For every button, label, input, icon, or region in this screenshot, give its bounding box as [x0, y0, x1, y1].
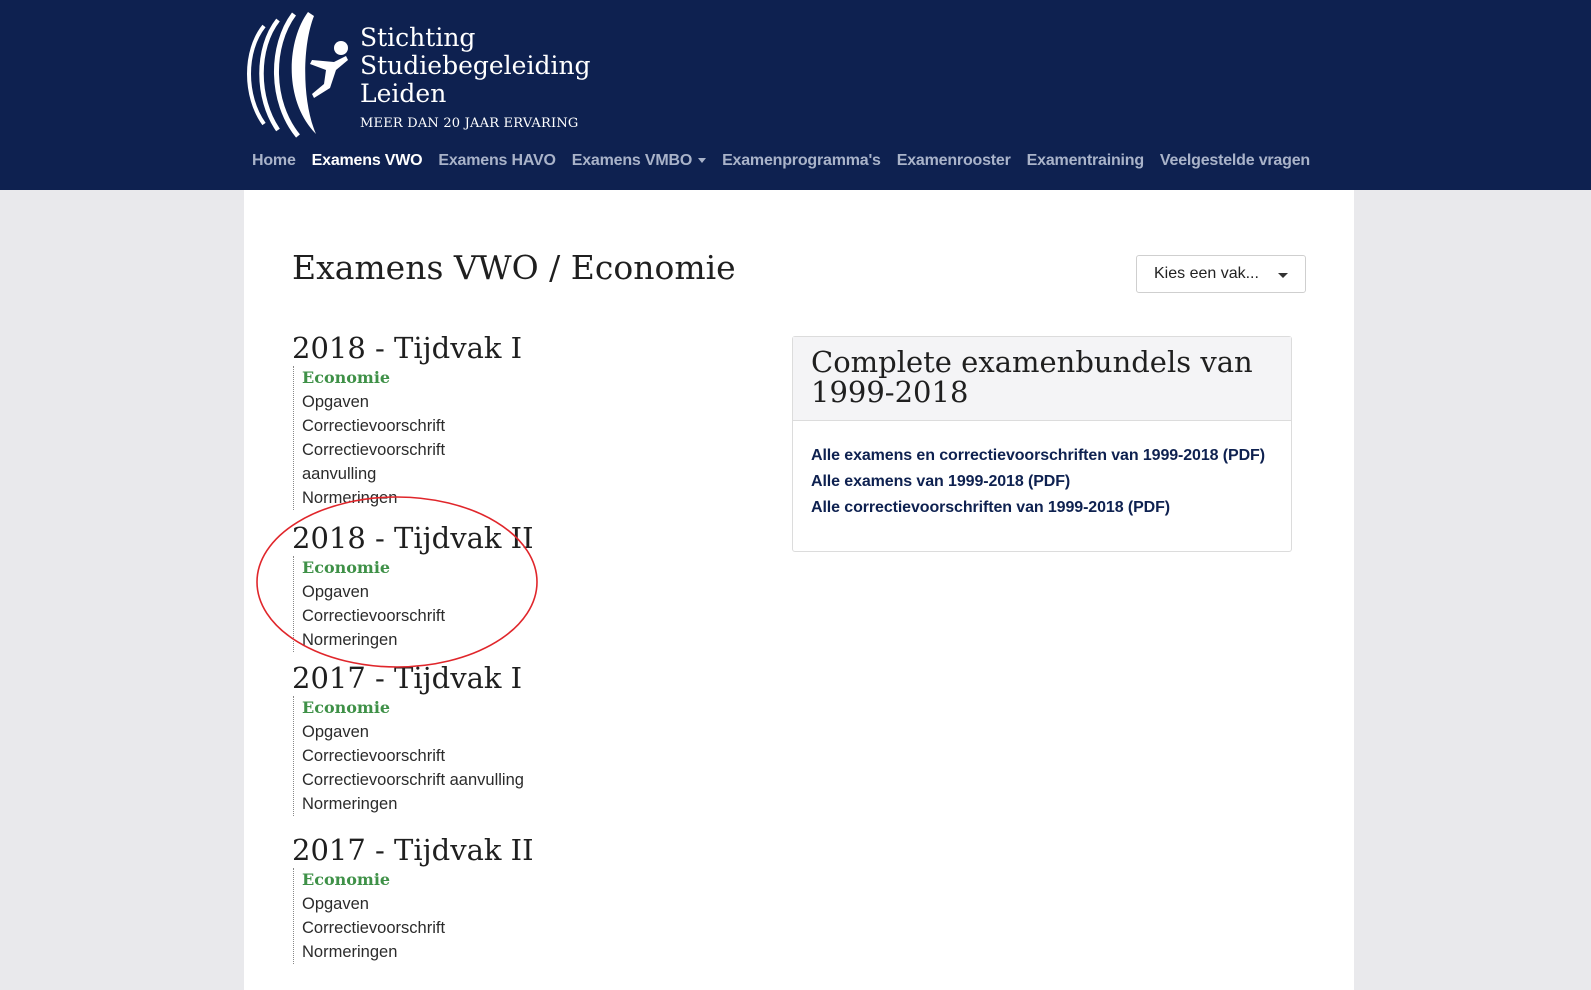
exam-subject: Economie [302, 870, 391, 889]
nav-item-examenrooster[interactable]: Examenrooster [889, 150, 1019, 172]
subject-select-label: Kies een vak... [1154, 265, 1259, 282]
nav-item-label: Veelgestelde vragen [1159, 152, 1310, 169]
exam-heading: 2018 - Tijdvak II [292, 521, 534, 555]
figure-rings-icon [247, 12, 348, 138]
exam-subject: Economie [302, 368, 391, 387]
exam-link-correctievoorschrift[interactable]: Correctievoorschrift [302, 414, 752, 438]
bundle-link-exams[interactable]: Alle examens van 1999-2018 (PDF) [811, 469, 1273, 495]
exam-link-correctievoorschrift[interactable]: Correctievoorschrift [302, 744, 752, 768]
exam-link-opgaven[interactable]: Opgaven [302, 720, 752, 744]
nav-item-label: Home [252, 152, 296, 169]
nav-item-label: Examens VWO [311, 152, 423, 169]
logo-line: Stichting [360, 23, 476, 52]
exam-link-correctievoorschrift[interactable]: Correctievoorschrift [302, 916, 752, 940]
exam-link-normeringen[interactable]: Normeringen [302, 486, 752, 510]
logo-tagline: MEER DAN 20 JAAR ERVARING [360, 116, 579, 131]
caret-down-icon [1278, 273, 1288, 278]
exam-subject: Economie [302, 698, 391, 717]
nav-item-examentraining[interactable]: Examentraining [1019, 150, 1152, 172]
page-title: Examens VWO / Economie [292, 248, 736, 287]
logo-line: Studiebegeleiding [360, 51, 591, 80]
exam-items: Economie Opgaven Correctievoorschrift No… [293, 556, 752, 652]
exam-heading: 2017 - Tijdvak I [292, 661, 523, 695]
nav-item-examens-vmbo[interactable]: Examens VMBO [564, 150, 714, 172]
panel-header: Complete examenbundels van 1999-2018 [793, 337, 1291, 421]
panel-body: Alle examens en correctievoorschriften v… [793, 421, 1291, 521]
bundle-link-correctievoorschriften[interactable]: Alle correctievoorschriften van 1999-201… [811, 495, 1273, 521]
exam-heading: 2017 - Tijdvak II [292, 833, 534, 867]
exam-link-normeringen[interactable]: Normeringen [302, 792, 752, 816]
exam-items: Economie Opgaven Correctievoorschrift No… [293, 868, 752, 964]
exam-items: Economie Opgaven Correctievoorschrift Co… [293, 366, 752, 510]
logo-text: Stichting Studiebegeleiding Leiden [360, 24, 591, 108]
nav-item-label: Examens HAVO [438, 152, 556, 169]
nav-item-label: Examenprogramma's [722, 152, 881, 169]
exam-link-correctievoorschrift-aanvulling[interactable]: Correctievoorschrift aanvulling [302, 768, 752, 792]
nav-item-label: Examens VMBO [571, 152, 693, 169]
caret-down-icon [698, 158, 707, 164]
exam-link-normeringen[interactable]: Normeringen [302, 940, 752, 964]
nav-item-label: Examentraining [1026, 152, 1144, 169]
exam-link-correctievoorschrift[interactable]: Correctievoorschrift [302, 604, 752, 628]
main-nav: Home Examens VWO Examens HAVO Examens VM… [244, 150, 1318, 172]
exam-link-correctievoorschrift-aanvulling[interactable]: aanvulling [302, 462, 752, 486]
exam-block: 2018 - Tijdvak I Economie Opgaven Correc… [292, 330, 752, 510]
exam-subject: Economie [302, 558, 391, 577]
panel-title: Complete examenbundels van 1999-2018 [811, 345, 1253, 409]
exam-heading: 2018 - Tijdvak I [292, 331, 523, 365]
exam-link-opgaven[interactable]: Opgaven [302, 892, 752, 916]
exam-link-correctievoorschrift-aanvulling[interactable]: Correctievoorschrift [302, 438, 752, 462]
nav-item-label: Examenrooster [896, 152, 1011, 169]
exam-link-opgaven[interactable]: Opgaven [302, 580, 752, 604]
exam-link-normeringen[interactable]: Normeringen [302, 628, 752, 652]
site-logo[interactable]: Stichting Studiebegeleiding Leiden MEER … [242, 6, 602, 138]
nav-item-examens-vwo[interactable]: Examens VWO [304, 150, 431, 172]
exam-block: 2017 - Tijdvak II Economie Opgaven Corre… [292, 832, 752, 964]
exam-items: Economie Opgaven Correctievoorschrift Co… [293, 696, 752, 816]
nav-item-examenprogrammas[interactable]: Examenprogramma's [714, 150, 889, 172]
logo-line: Leiden [360, 79, 447, 108]
exam-link-opgaven[interactable]: Opgaven [302, 390, 752, 414]
exam-list: 2018 - Tijdvak I Economie Opgaven Correc… [292, 330, 752, 964]
bundle-link-all[interactable]: Alle examens en correctievoorschriften v… [811, 443, 1273, 469]
exam-block: 2018 - Tijdvak II Economie Opgaven Corre… [292, 520, 752, 652]
exam-bundles-panel: Complete examenbundels van 1999-2018 All… [792, 336, 1292, 552]
nav-item-examens-havo[interactable]: Examens HAVO [430, 150, 563, 172]
subject-select-button[interactable]: Kies een vak... [1136, 255, 1306, 293]
nav-item-home[interactable]: Home [244, 150, 304, 172]
exam-block: 2017 - Tijdvak I Economie Opgaven Correc… [292, 660, 752, 816]
site-header: Stichting Studiebegeleiding Leiden MEER … [0, 0, 1591, 190]
main-content: Examens VWO / Economie Kies een vak... 2… [244, 190, 1354, 990]
nav-item-veelgestelde-vragen[interactable]: Veelgestelde vragen [1152, 150, 1318, 172]
